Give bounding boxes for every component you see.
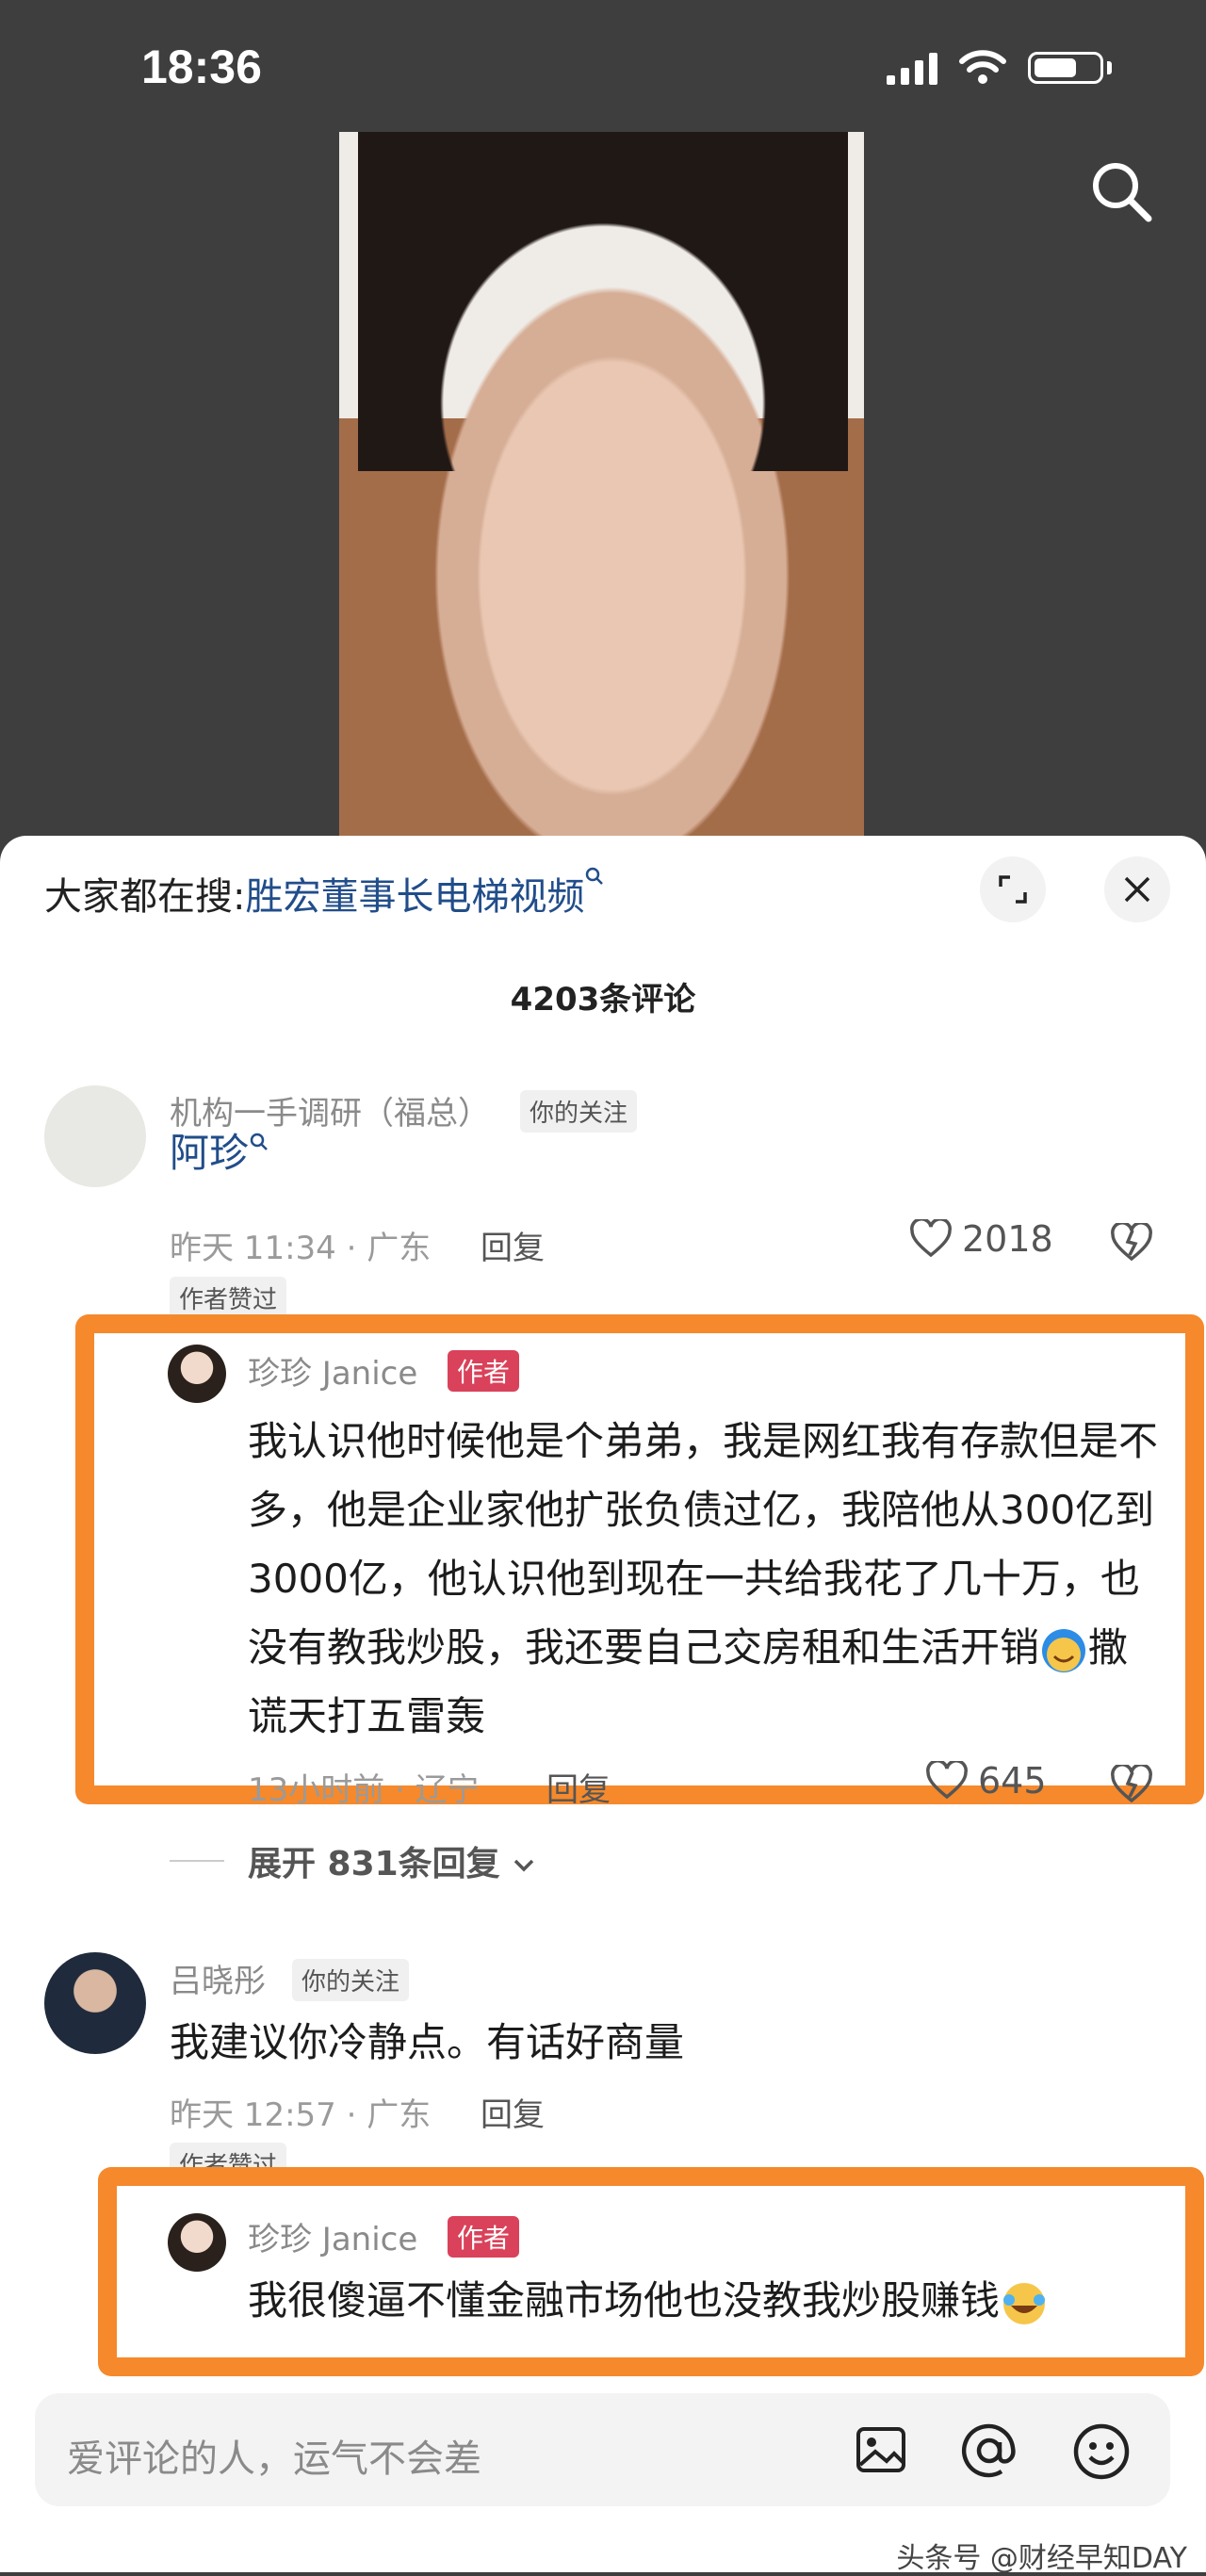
signal-icon — [887, 51, 937, 85]
comment-author[interactable]: 吕晓彤 — [170, 1955, 266, 2001]
image-icon[interactable] — [853, 2421, 909, 2478]
trending-prefix: 大家都在搜: — [44, 875, 246, 919]
like-count: 2018 — [962, 1218, 1053, 1260]
comment-text[interactable]: 阿珍 — [170, 1118, 269, 1187]
author-tag: 作者 — [448, 2216, 520, 2258]
status-icons — [887, 49, 1112, 87]
comment-text-content[interactable]: 我认识他时候他是个弟弟，我是网红我有存款但是不多，他是企业家他扩张负债过亿，我陪… — [248, 1418, 1158, 1671]
comment-sheet: 大家都在搜:胜宏董事长电梯视频 4203条评论 机构一手调研（福总） 你的关注 … — [0, 836, 1206, 2572]
search-small-icon — [586, 867, 604, 885]
comment-input-bar[interactable]: 爱评论的人，运气不会差 — [35, 2393, 1170, 2506]
laughing-emoji-icon — [1003, 2282, 1046, 2324]
dislike-icon[interactable] — [1110, 1765, 1153, 1804]
follow-tag: 你的关注 — [520, 1090, 638, 1133]
comment-text[interactable]: 我建议你冷静点。有话好商量 — [170, 2008, 684, 2077]
battery-icon — [1028, 52, 1103, 84]
avatar[interactable] — [168, 1345, 226, 1403]
like-button[interactable]: 2018 — [909, 1218, 1053, 1260]
reply-button[interactable]: 回复 — [481, 1222, 545, 1268]
trending-search[interactable]: 大家都在搜:胜宏董事长电梯视频 — [44, 866, 605, 921]
comment-meta: 昨天 12:57 · 广东 — [170, 2096, 432, 2134]
expand-icon — [999, 875, 1027, 904]
crying-emoji-icon — [1042, 1628, 1086, 1672]
divider — [170, 1860, 224, 1862]
comment-author[interactable]: 珍珍 Janice — [248, 2213, 417, 2259]
comment-text-content[interactable]: 我很傻逼不懂金融市场他也没教我炒股赚钱 — [248, 2277, 1000, 2323]
like-button[interactable]: 645 — [925, 1760, 1047, 1802]
comment-author[interactable]: 珍珍 Janice — [248, 1347, 417, 1394]
follow-tag: 你的关注 — [292, 1959, 410, 2001]
dislike-icon[interactable] — [1110, 1223, 1153, 1263]
watermark: 头条号 @财经早知DAY — [896, 2542, 1187, 2575]
comment-meta: 昨天 11:34 · 广东 — [170, 1230, 432, 1267]
author-liked-tag: 作者赞过 — [170, 1277, 287, 1319]
comment-text[interactable]: 我很傻逼不懂金融市场他也没教我炒股赚钱 — [248, 2266, 1133, 2335]
comment-meta: 13小时前 · 辽宁 — [248, 1771, 480, 1809]
comment-text[interactable]: 我认识他时候他是个弟弟，我是网红我有存款但是不多，他是企业家他扩张负债过亿，我陪… — [248, 1407, 1166, 1751]
comment-input[interactable]: 爱评论的人，运气不会差 — [67, 2428, 481, 2483]
at-icon[interactable] — [960, 2421, 1019, 2480]
video-frame[interactable] — [339, 132, 864, 848]
wifi-icon — [959, 50, 1006, 84]
close-button[interactable] — [1104, 856, 1170, 922]
avatar[interactable] — [168, 2213, 226, 2272]
comment-count: 4203条评论 — [510, 981, 696, 1019]
heart-icon — [926, 1761, 968, 1800]
emoji-icon[interactable] — [1071, 2421, 1132, 2482]
avatar[interactable] — [44, 1952, 146, 2054]
reply-button[interactable]: 回复 — [481, 2089, 545, 2135]
heart-icon — [910, 1219, 952, 1258]
status-time: 18:36 — [141, 41, 262, 93]
expand-replies-button[interactable]: 展开 831条回复 — [248, 1836, 536, 1885]
like-count: 645 — [978, 1760, 1047, 1802]
close-icon — [1124, 876, 1150, 903]
expand-button[interactable] — [980, 856, 1046, 922]
chevron-down-icon — [513, 1859, 534, 1872]
search-small-icon — [250, 1133, 268, 1150]
comment-text-content[interactable]: 阿珍 — [170, 1130, 249, 1176]
author-tag: 作者 — [448, 1350, 520, 1392]
reply-button[interactable]: 回复 — [546, 1764, 611, 1810]
expand-replies-label: 展开 831条回复 — [248, 1845, 500, 1883]
trending-query[interactable]: 胜宏董事长电梯视频 — [245, 875, 584, 919]
search-icon[interactable] — [1088, 158, 1154, 224]
avatar[interactable] — [44, 1085, 146, 1187]
